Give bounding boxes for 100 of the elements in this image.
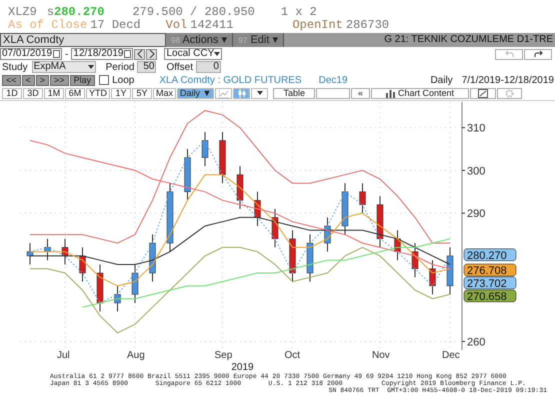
contract: Dec19 bbox=[318, 74, 348, 86]
candlestick bbox=[26, 242, 34, 265]
loop-checkbox[interactable] bbox=[99, 75, 110, 85]
y-axis-label: 310 bbox=[467, 122, 486, 135]
candlestick bbox=[412, 242, 418, 278]
end-date-field[interactable]: 12/18/2019 bbox=[71, 48, 134, 60]
open-interest-value: 286730 bbox=[346, 18, 390, 32]
candlestick bbox=[342, 182, 348, 236]
x-axis-title: 2019 bbox=[231, 362, 254, 373]
annotation-icon[interactable] bbox=[470, 88, 496, 98]
period-tab[interactable]: Max bbox=[153, 88, 176, 98]
period-tab[interactable]: 3D bbox=[23, 88, 43, 98]
chevron-right-icon bbox=[148, 50, 155, 58]
candlestick bbox=[289, 230, 296, 282]
undo-icon bbox=[504, 50, 514, 58]
as-of-label: As of Close bbox=[8, 18, 88, 32]
candlestick bbox=[446, 246, 454, 295]
playback-button[interactable]: < bbox=[22, 74, 35, 86]
x-axis-label: Oct bbox=[284, 350, 300, 361]
candlestick bbox=[306, 234, 314, 282]
chart-content-button[interactable]: Chart Content bbox=[370, 88, 469, 98]
study-dropdown[interactable]: ExpMA bbox=[32, 61, 96, 73]
chevron-left-icon bbox=[136, 50, 143, 58]
caret-icon bbox=[88, 65, 94, 69]
last-price: 280.270 bbox=[54, 4, 104, 18]
playback-button[interactable]: << bbox=[2, 74, 21, 86]
volume-value: 142411 bbox=[190, 18, 234, 32]
period-tab[interactable]: 5Y bbox=[132, 88, 152, 98]
candlestick bbox=[324, 216, 331, 252]
study-label: Study bbox=[2, 62, 28, 72]
price-label: 273.702 bbox=[464, 276, 516, 290]
period-tab[interactable]: 1D bbox=[2, 88, 22, 98]
bid-ask: 279.500 / 280.950 bbox=[132, 4, 255, 18]
caret-icon bbox=[256, 91, 263, 95]
bar-chart-icon bbox=[386, 88, 395, 98]
security-name: XLA Comdty : GOLD FUTURES bbox=[159, 74, 302, 86]
bid-ask-size: 1 x 2 bbox=[280, 4, 317, 18]
candlestick bbox=[359, 182, 366, 214]
period-tab[interactable]: YTD bbox=[86, 88, 110, 98]
play-button[interactable]: Play bbox=[70, 74, 96, 86]
redo-icon bbox=[534, 50, 542, 58]
x-axis-label: Sep bbox=[214, 350, 232, 361]
dropdown-button[interactable] bbox=[251, 88, 268, 98]
candlestick bbox=[114, 285, 121, 312]
playback-button[interactable]: > bbox=[36, 74, 50, 86]
security-field[interactable]: XLA Comdty bbox=[0, 33, 166, 47]
candlestick bbox=[394, 230, 401, 261]
candlestick bbox=[166, 182, 174, 252]
x-axis-label: Nov bbox=[372, 350, 390, 361]
redo-button[interactable] bbox=[524, 48, 552, 60]
as-of-date: 17 Decd bbox=[90, 18, 141, 32]
candlestick bbox=[62, 238, 68, 265]
date-range: 7/1/2019-12/18/2019 bbox=[462, 74, 554, 86]
period-label: Period bbox=[106, 62, 134, 72]
candlestick bbox=[96, 264, 104, 312]
candlestick bbox=[202, 131, 208, 167]
candlestick bbox=[184, 148, 191, 201]
offset-label: Offset bbox=[166, 62, 193, 72]
caret-icon bbox=[214, 52, 220, 56]
candlestick bbox=[132, 264, 138, 304]
candlestick bbox=[44, 238, 51, 261]
period-tab[interactable]: 1M bbox=[44, 88, 64, 98]
volume-label: Vol bbox=[166, 18, 188, 32]
frequency: Daily bbox=[430, 74, 453, 86]
y-axis-label: 300 bbox=[467, 165, 486, 178]
open-interest-label: OpenInt bbox=[292, 18, 343, 32]
candlestick bbox=[149, 234, 156, 282]
page-title: G 21: TEKNIK COZUMLEME D1-TRE bbox=[383, 33, 554, 47]
currency-dropdown[interactable]: Local CCY bbox=[164, 48, 222, 60]
period-tab[interactable]: Daily ▼ bbox=[177, 88, 214, 98]
date-separator: - bbox=[65, 48, 68, 60]
candlestick bbox=[254, 191, 261, 226]
playback-button[interactable]: >> bbox=[50, 74, 69, 86]
period-field[interactable]: 50 bbox=[137, 61, 156, 73]
x-axis-label: Aug bbox=[127, 350, 145, 361]
candlestick bbox=[429, 260, 436, 295]
ticker: XLZ9 bbox=[8, 4, 37, 18]
price-label: 276.708 bbox=[464, 264, 516, 277]
y-axis-label: 260 bbox=[467, 336, 486, 348]
candlestick bbox=[79, 246, 86, 282]
offset-field[interactable]: 0 bbox=[196, 61, 221, 73]
loop-label: Loop bbox=[112, 74, 134, 86]
collapse-button[interactable]: « bbox=[350, 88, 370, 98]
candlestick bbox=[236, 166, 244, 210]
start-date-field[interactable]: 07/01/2019 bbox=[0, 48, 62, 60]
x-axis-label: Dec bbox=[442, 350, 460, 361]
table-button[interactable]: Table bbox=[273, 88, 315, 98]
price-label: 280.270 bbox=[464, 248, 516, 262]
previous-button[interactable] bbox=[134, 48, 146, 60]
x-axis-label: Jul bbox=[57, 350, 70, 361]
candlestick bbox=[219, 131, 226, 184]
y-axis-label: 290 bbox=[467, 208, 486, 220]
last-price-prefix: s bbox=[46, 4, 54, 18]
period-tab[interactable]: 1Y bbox=[111, 88, 131, 98]
next-button[interactable] bbox=[146, 48, 158, 60]
candlestick bbox=[376, 196, 384, 248]
candlestick bbox=[272, 208, 278, 248]
blank-field[interactable] bbox=[316, 88, 350, 98]
period-tab[interactable]: 6M bbox=[65, 88, 85, 98]
price-label: 270.658 bbox=[464, 290, 516, 303]
